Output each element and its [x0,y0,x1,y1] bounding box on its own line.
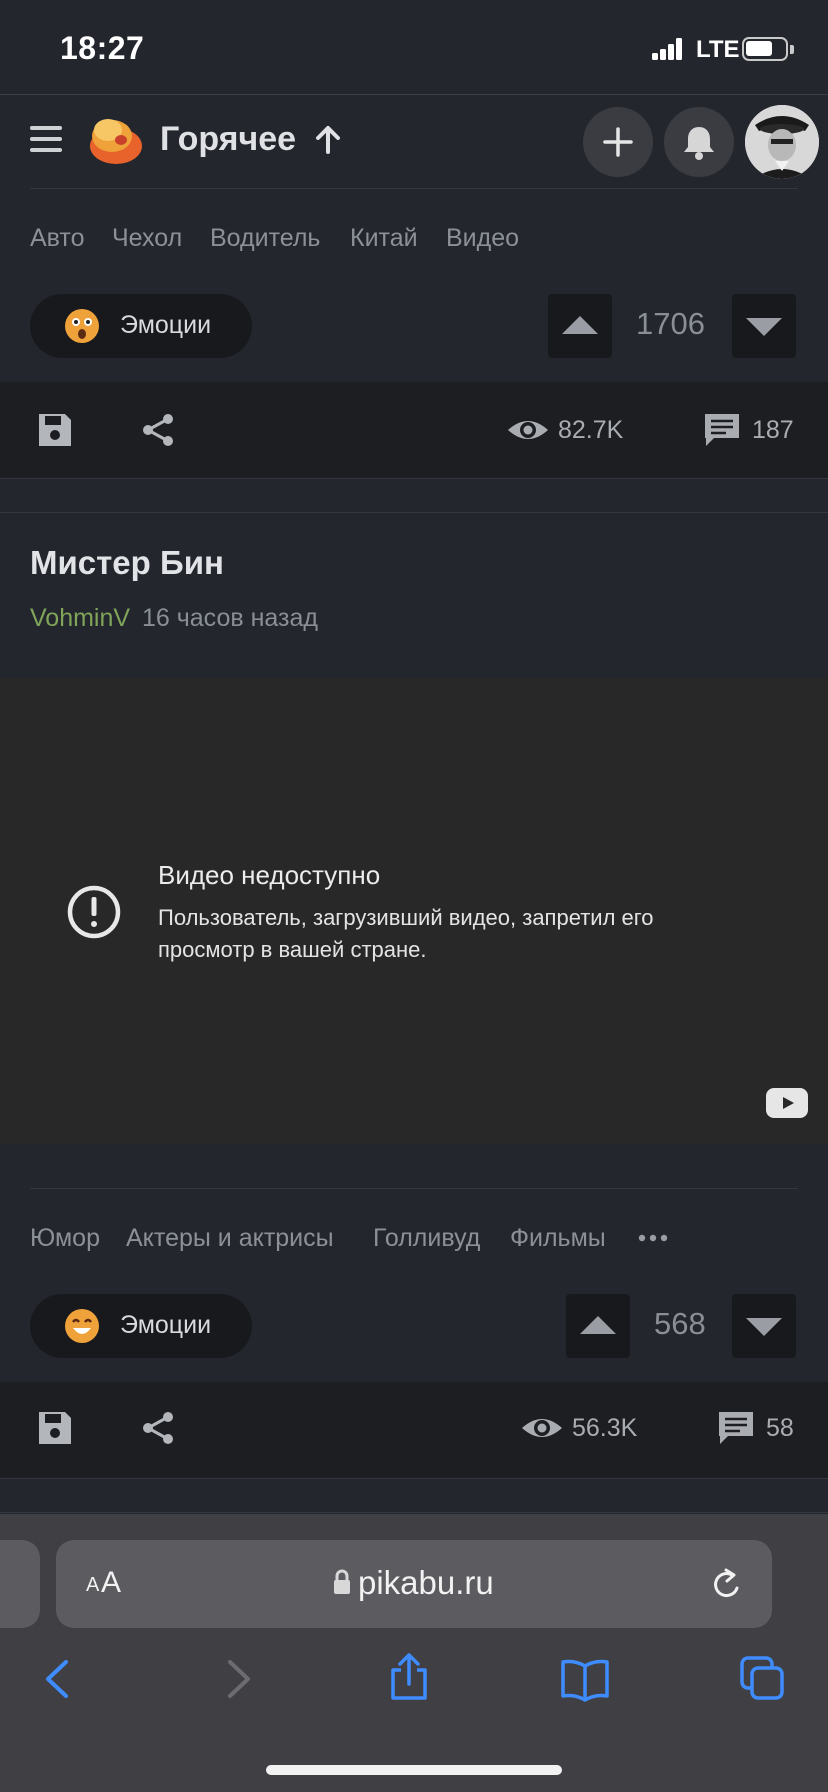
menu-icon[interactable] [30,126,62,152]
signal-icon [652,38,684,60]
video-error-message: Пользователь, загрузивший видео, запрети… [158,905,654,962]
lock-icon [334,1569,350,1594]
triangle-up-icon [562,316,598,334]
upvote-button[interactable] [548,294,612,358]
tag-link[interactable]: Китай [350,224,418,253]
divider [0,478,828,479]
upvote-button[interactable] [566,1294,630,1358]
tag-link[interactable]: Юмор [30,1224,100,1253]
bell-icon [684,127,714,160]
back-icon[interactable] [36,1656,82,1702]
network-type: LTE [696,36,740,63]
tag-link[interactable]: Фильмы [510,1224,606,1253]
divider [0,1512,828,1513]
tag-link[interactable]: Авто [30,224,84,253]
triangle-down-icon [746,318,782,336]
home-indicator[interactable] [266,1765,562,1775]
battery-nub [790,45,794,54]
video-error-title: Видео недоступно [158,860,381,890]
reader-settings-button[interactable]: A [101,1566,121,1600]
emotions-button[interactable]: Эмоции [30,294,252,358]
comments-icon[interactable] [702,410,742,450]
battery-icon [742,37,788,61]
surprised-emoji-icon [65,309,99,343]
rating-count: 568 [654,1306,706,1341]
reader-settings-button[interactable]: A [86,1574,99,1597]
previous-tab-preview[interactable] [0,1540,40,1628]
comments-count[interactable]: 187 [752,416,794,445]
tag-link[interactable]: Голливуд [373,1224,480,1253]
divider [0,94,828,95]
plus-icon [603,127,633,157]
save-icon[interactable] [35,1408,75,1448]
tag-link[interactable]: Актеры и актрисы [126,1224,334,1253]
downvote-button[interactable] [732,294,796,358]
avatar-image [745,105,819,179]
arrow-up-icon[interactable] [314,124,342,156]
url-text[interactable]: pikabu.ru [358,1564,494,1602]
divider [0,512,828,513]
avatar[interactable] [745,105,819,179]
bookmarks-icon[interactable] [560,1656,610,1702]
tag-link[interactable]: Чехол [112,224,182,253]
more-tags-icon[interactable] [638,1234,668,1242]
tabs-icon[interactable] [738,1654,786,1702]
divider [30,1188,798,1189]
add-post-button[interactable] [583,107,653,177]
reload-icon[interactable] [710,1566,744,1602]
share-sheet-icon[interactable] [386,1652,432,1702]
rating-count: 1706 [636,306,705,341]
downvote-button[interactable] [732,1294,796,1358]
emotions-button[interactable]: Эмоции [30,1294,252,1358]
views-count: 56.3K [572,1414,638,1442]
divider [0,1478,828,1479]
emotions-label: Эмоции [120,311,212,339]
triangle-up-icon [580,1316,616,1334]
share-icon[interactable] [138,1408,178,1448]
views-eye-icon [508,421,548,439]
exclamation-circle-icon [67,885,121,939]
tag-link[interactable]: Видео [446,224,519,253]
post-action-bar [0,1382,828,1479]
comments-icon[interactable] [716,1408,756,1448]
forward-icon[interactable] [214,1656,260,1702]
triangle-down-icon [746,1318,782,1336]
divider [30,188,798,189]
pikabu-logo[interactable] [86,112,142,166]
views-count: 82.7K [558,416,624,444]
notifications-button[interactable] [664,107,734,177]
status-time: 18:27 [60,30,145,66]
youtube-icon[interactable] [766,1088,808,1118]
views-eye-icon [522,1419,562,1437]
emotions-label: Эмоции [120,1311,212,1339]
page-title[interactable]: Горячее [160,120,296,159]
tag-link[interactable]: Водитель [210,224,320,253]
save-icon[interactable] [35,410,75,450]
post-title[interactable]: Мистер Бин [30,544,224,582]
smiling-emoji-icon [65,1309,99,1343]
share-icon[interactable] [138,410,178,450]
comments-count[interactable]: 58 [766,1414,794,1443]
post-author[interactable]: VohminV [30,604,130,633]
post-time: 16 часов назад [142,604,318,632]
